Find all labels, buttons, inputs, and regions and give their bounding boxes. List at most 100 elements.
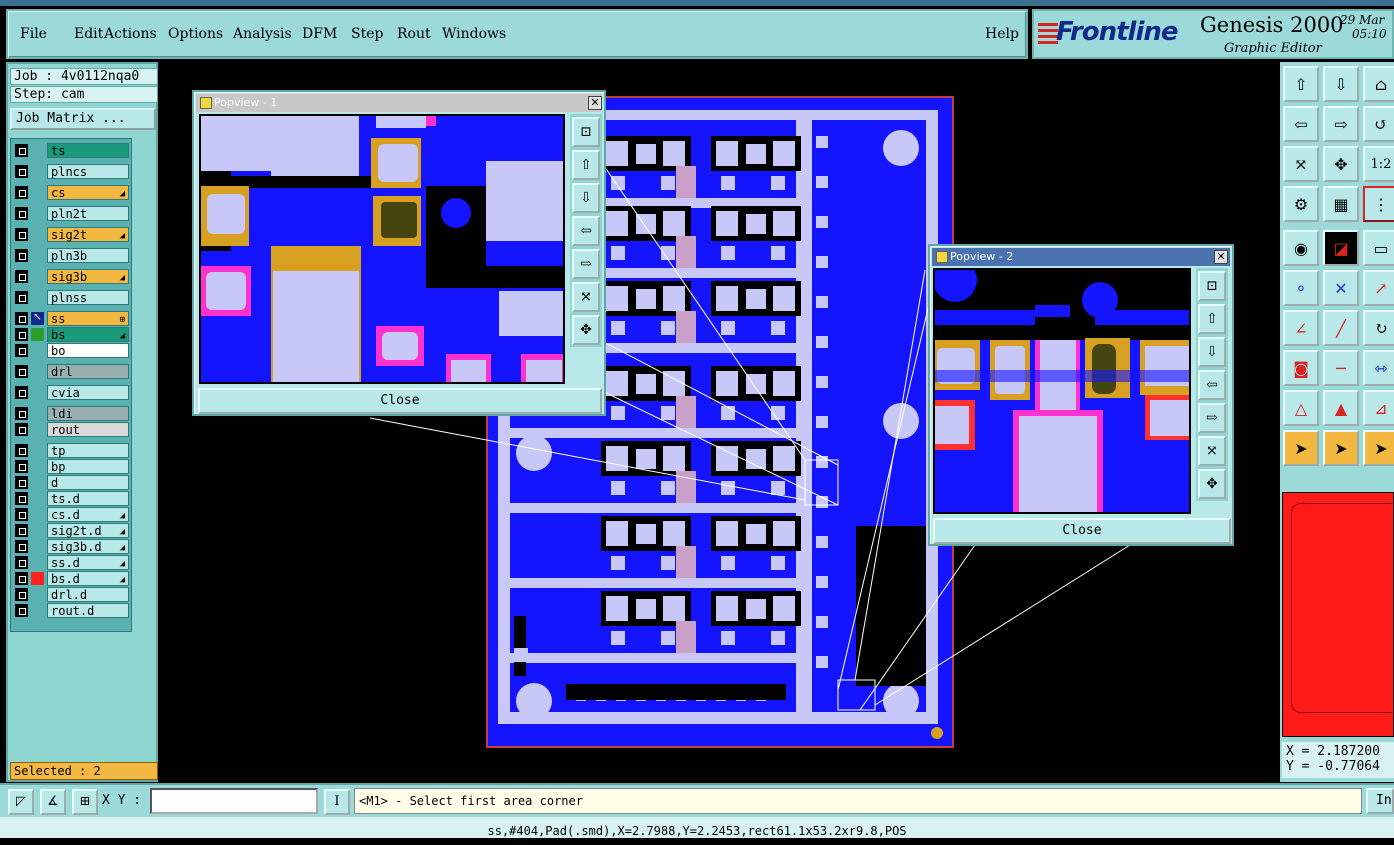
menu-windows[interactable]: Windows xyxy=(442,26,506,42)
popview-1-close-button[interactable]: Close xyxy=(198,388,602,414)
layer-row[interactable]: ldi xyxy=(13,406,129,421)
layer-row[interactable]: cs.d ◢ xyxy=(13,507,129,522)
layer-row[interactable]: sig2t.d ◢ xyxy=(13,523,129,538)
area-select-icon[interactable]: ◸ xyxy=(8,789,34,815)
layer-name-bs.d[interactable]: bs.d ◢ xyxy=(47,571,129,586)
layer-checkbox[interactable] xyxy=(15,524,28,537)
pan-right-tool-icon[interactable]: ⇨ xyxy=(1323,106,1359,142)
ruler-icon[interactable]: ▭ xyxy=(1363,230,1394,266)
zoom-out-icon[interactable]: ✥ xyxy=(572,315,600,345)
layer-name-sig2t.d[interactable]: sig2t.d ◢ xyxy=(47,523,129,538)
menu-actions[interactable]: Actions xyxy=(104,26,157,42)
zoom-in-icon[interactable]: ⤧ xyxy=(572,282,600,312)
pointer-select-icon[interactable]: ➤ xyxy=(1323,430,1359,466)
layer-row[interactable]: tp xyxy=(13,443,129,458)
layer-row[interactable]: ts.d xyxy=(13,491,129,506)
menu-options[interactable]: Options xyxy=(168,26,223,42)
popview-2-view[interactable] xyxy=(933,268,1191,514)
layer-checkbox[interactable] xyxy=(15,460,28,473)
net-icon[interactable]: ⚬ xyxy=(1283,270,1319,306)
layer-row[interactable]: d xyxy=(13,475,129,490)
layer-row[interactable]: bo xyxy=(13,343,129,358)
layer-checkbox[interactable] xyxy=(15,572,28,585)
layer-name-ts.d[interactable]: ts.d xyxy=(47,491,129,506)
menu-dfm[interactable]: DFM xyxy=(302,26,337,42)
menu-file[interactable]: File xyxy=(20,26,47,42)
layer-row[interactable]: ts xyxy=(13,143,129,158)
layer-checkbox[interactable] xyxy=(15,540,28,553)
popview-1-view[interactable] xyxy=(199,114,565,384)
layer-name-plncs[interactable]: plncs xyxy=(47,164,129,179)
layer-row[interactable]: sig3b ◢ xyxy=(13,269,129,284)
layer-name-d[interactable]: d xyxy=(47,475,129,490)
layer-checkbox[interactable] xyxy=(15,386,28,399)
layer-row[interactable]: plnss xyxy=(13,290,129,305)
cursor-icon[interactable]: I xyxy=(324,789,350,815)
layer-name-ss.d[interactable]: ss.d ◢ xyxy=(47,555,129,570)
layer-name-plnss[interactable]: plnss xyxy=(47,290,129,305)
layer-row[interactable]: pln3b xyxy=(13,248,129,263)
pointer-area-icon[interactable]: ➤ xyxy=(1363,430,1394,466)
pan-left-icon[interactable]: ⇦ xyxy=(1198,370,1226,400)
layer-checkbox[interactable] xyxy=(15,492,28,505)
layer-checkbox[interactable] xyxy=(15,291,28,304)
layer-row[interactable]: bs ◢ xyxy=(13,327,129,342)
layer-row[interactable]: cs ◢ xyxy=(13,185,129,200)
window-menu-icon[interactable] xyxy=(936,251,948,263)
layer-row[interactable]: rout xyxy=(13,422,129,437)
xy-input[interactable] xyxy=(150,788,318,814)
layer-row[interactable]: plncs xyxy=(13,164,129,179)
layer-row[interactable]: pln2t xyxy=(13,206,129,221)
poly-icon[interactable]: △ xyxy=(1283,390,1319,426)
layer-checkbox[interactable] xyxy=(15,444,28,457)
cross-icon[interactable]: ✕ xyxy=(1323,270,1359,306)
layer-checkbox[interactable] xyxy=(15,186,28,199)
layer-checkbox[interactable] xyxy=(15,207,28,220)
window-menu-icon[interactable] xyxy=(200,97,212,109)
pan-right-icon[interactable]: ⇨ xyxy=(572,249,600,279)
layer-name-rout[interactable]: rout xyxy=(47,422,129,437)
layer-name-ldi[interactable]: ldi xyxy=(47,406,129,421)
layer-name-cvia[interactable]: cvia xyxy=(47,385,129,400)
layer-name-rout.d[interactable]: rout.d xyxy=(47,603,129,618)
job-matrix-button[interactable]: Job Matrix ... xyxy=(10,108,156,130)
layer-name-drl[interactable]: drl xyxy=(47,364,129,379)
grid-snap-icon[interactable]: ⊞ xyxy=(72,789,98,815)
layer-name-ts[interactable]: ts xyxy=(47,143,129,158)
layer-checkbox[interactable] xyxy=(15,423,28,436)
pad-add-icon[interactable]: ◙ xyxy=(1283,350,1319,386)
popview-2-close-button[interactable]: Close xyxy=(933,518,1231,544)
arc-icon[interactable]: ↻ xyxy=(1363,310,1394,346)
layer-row[interactable]: drl.d xyxy=(13,587,129,602)
layer-checkbox[interactable] xyxy=(15,328,28,341)
layer-checkbox[interactable] xyxy=(15,476,28,489)
select-object-icon[interactable]: ◉ xyxy=(1283,230,1319,266)
zoom-window-icon[interactable]: ⊡ xyxy=(572,117,600,147)
layer-checkbox[interactable] xyxy=(15,270,28,283)
layer-row[interactable]: ↖ ss ⊞ xyxy=(13,311,129,326)
pan-down-icon[interactable]: ⇩ xyxy=(1198,337,1226,367)
pan-left-icon[interactable]: ⇦ xyxy=(572,216,600,246)
info-button[interactable]: In xyxy=(1366,788,1394,814)
menu-edit[interactable]: Edit xyxy=(74,26,103,42)
menu-step[interactable]: Step xyxy=(351,26,383,42)
layer-name-cs[interactable]: cs ◢ xyxy=(47,185,129,200)
layer-row[interactable]: bp xyxy=(13,459,129,474)
layer-checkbox[interactable] xyxy=(15,604,28,617)
layer-name-cs.d[interactable]: cs.d ◢ xyxy=(47,507,129,522)
grid-icon[interactable]: ▦ xyxy=(1323,186,1359,222)
layer-row[interactable]: cvia xyxy=(13,385,129,400)
measure-icon[interactable]: ⇿ xyxy=(1363,350,1394,386)
pan-right-icon[interactable]: ⇨ xyxy=(1198,403,1226,433)
layer-checkbox[interactable] xyxy=(15,228,28,241)
pointer-icon[interactable]: ➤ xyxy=(1283,430,1319,466)
layer-name-pln3b[interactable]: pln3b xyxy=(47,248,129,263)
fit-icon[interactable]: ⤧ xyxy=(1283,146,1319,182)
close-icon[interactable]: ✕ xyxy=(1214,250,1228,264)
zoom-window-icon[interactable]: ⊡ xyxy=(1198,271,1226,301)
home-icon[interactable]: ⌂ xyxy=(1363,66,1394,102)
line-angle-icon[interactable]: ∠ xyxy=(1283,310,1319,346)
layer-checkbox[interactable] xyxy=(15,588,28,601)
scale-icon[interactable]: 1:2 xyxy=(1363,146,1394,182)
pan-up-icon[interactable]: ⇧ xyxy=(572,150,600,180)
